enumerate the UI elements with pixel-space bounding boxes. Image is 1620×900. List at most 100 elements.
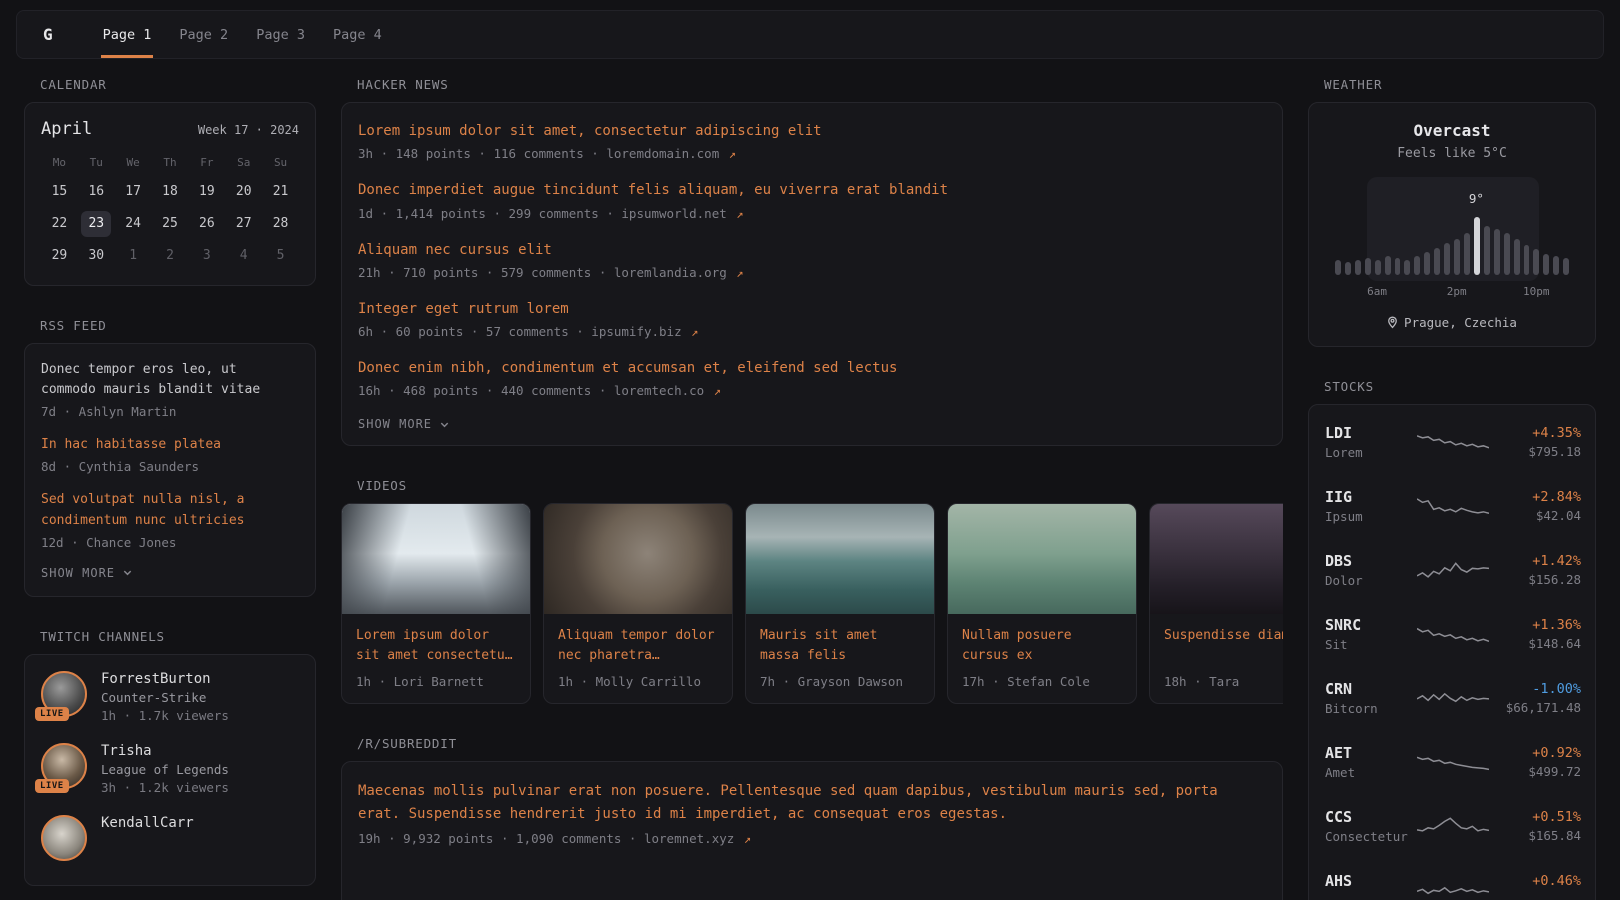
stock-symbol: LDI	[1325, 424, 1417, 442]
hn-item-title[interactable]: Donec imperdiet augue tincidunt felis al…	[358, 180, 1266, 200]
rss-widget: Donec tempor eros leo, ut commodo mauris…	[24, 343, 316, 597]
stock-price: $66,171.48	[1489, 700, 1581, 715]
hn-show-more-button[interactable]: SHOW MORE	[358, 417, 1266, 431]
calendar-day: 20	[229, 179, 259, 205]
external-link-icon[interactable]: ↗	[714, 384, 721, 398]
video-thumbnail[interactable]	[544, 504, 732, 614]
stock-name: Lorem	[1325, 445, 1417, 460]
time-label: 2pm	[1447, 285, 1467, 298]
calendar-day: 19	[192, 179, 222, 205]
hackernews-widget: Lorem ipsum dolor sit amet, consectetur …	[341, 102, 1283, 446]
weather-bar	[1494, 229, 1500, 275]
stock-row[interactable]: AET Amet +0.92% $499.72	[1325, 730, 1579, 794]
stock-values: +0.92% $499.72	[1489, 745, 1581, 779]
channel-meta: 1h · 1.7k viewers	[101, 708, 229, 723]
video-title[interactable]: Nullam posuere cursus ex	[962, 626, 1122, 666]
hn-item-title[interactable]: Integer eget rutrum lorem	[358, 299, 1266, 319]
hn-item-title[interactable]: Lorem ipsum dolor sit amet, consectetur …	[358, 121, 1266, 141]
calendar-day-selected: 23	[81, 211, 111, 237]
video-meta: 17h · Stefan Cole	[962, 674, 1122, 689]
stock-row[interactable]: AHS +0.46%	[1325, 858, 1579, 900]
channel-name[interactable]: Trisha	[101, 743, 229, 759]
video-card[interactable]: Suspendisse diam 18h · Tara	[1149, 503, 1283, 704]
rss-item-title[interactable]: Donec tempor eros leo, ut commodo mauris…	[41, 360, 299, 400]
video-title[interactable]: Suspendisse diam	[1164, 626, 1283, 666]
video-card[interactable]: Nullam posuere cursus ex 17h · Stefan Co…	[947, 503, 1137, 704]
stock-symbol: AET	[1325, 744, 1417, 762]
subreddit-section-title: /R/SUBREDDIT	[357, 736, 1283, 751]
hn-item-title[interactable]: Donec enim nibh, condimentum et accumsan…	[358, 358, 1266, 378]
tab-page-1[interactable]: Page 1	[101, 11, 154, 58]
weather-widget: Overcast Feels like 5°C 9° 6am 2pm 10pm	[1308, 102, 1596, 347]
channel-name[interactable]: KendallCarr	[101, 815, 194, 831]
calendar-grid: Mo Tu We Th Fr Sa Su 15 16 17 18 19 20 2…	[41, 153, 299, 269]
video-thumbnail[interactable]	[746, 504, 934, 614]
weather-section: WEATHER Overcast Feels like 5°C 9° 6am 2…	[1308, 77, 1596, 347]
video-thumbnail[interactable]	[948, 504, 1136, 614]
video-thumbnail[interactable]	[1150, 504, 1283, 614]
external-link-icon[interactable]: ↗	[736, 207, 743, 221]
post-title[interactable]: Maecenas mollis pulvinar erat non posuer…	[358, 780, 1266, 825]
calendar-day: 30	[81, 243, 111, 269]
weather-bar	[1444, 243, 1450, 275]
twitch-channel[interactable]: LIVE ForrestBurton Counter-Strike 1h · 1…	[41, 671, 299, 723]
stock-price	[1489, 892, 1581, 900]
stocks-section: STOCKS LDI Lorem +4.35% $795.18	[1308, 379, 1596, 900]
twitch-channel[interactable]: KendallCarr	[41, 815, 299, 861]
calendar-day: 26	[192, 211, 222, 237]
video-body: Aliquam tempor dolor nec pharetra… 1h · …	[544, 614, 732, 703]
video-title[interactable]: Mauris sit amet massa felis	[760, 626, 920, 666]
weather-bar	[1563, 258, 1569, 275]
hn-item-meta: 16h · 468 points · 440 comments · loremt…	[358, 383, 1266, 398]
video-thumbnail[interactable]	[342, 504, 530, 614]
stock-row[interactable]: IIG Ipsum +2.84% $42.04	[1325, 474, 1579, 538]
video-card[interactable]: Mauris sit amet massa felis 7h · Grayson…	[745, 503, 935, 704]
calendar-day-next-month: 5	[266, 243, 296, 269]
channel-info: ForrestBurton Counter-Strike 1h · 1.7k v…	[101, 671, 229, 723]
rss-item-meta: 12d · Chance Jones	[41, 535, 299, 550]
stock-row[interactable]: CCS Consectetur +0.51% $165.84	[1325, 794, 1579, 858]
video-card[interactable]: Aliquam tempor dolor nec pharetra… 1h · …	[543, 503, 733, 704]
calendar-dow: Sa	[237, 153, 250, 173]
video-title[interactable]: Lorem ipsum dolor sit amet consectetu…	[356, 626, 516, 666]
stock-name: Sit	[1325, 637, 1417, 652]
stock-change: +1.36%	[1489, 617, 1581, 633]
rss-show-more-button[interactable]: SHOW MORE	[41, 566, 299, 580]
video-card[interactable]: Lorem ipsum dolor sit amet consectetu… 1…	[341, 503, 531, 704]
video-row: Lorem ipsum dolor sit amet consectetu… 1…	[341, 503, 1283, 704]
rss-item-title[interactable]: Sed volutpat nulla nisl, a condimentum n…	[41, 490, 299, 530]
tab-page-4[interactable]: Page 4	[331, 11, 384, 58]
video-title[interactable]: Aliquam tempor dolor nec pharetra…	[558, 626, 718, 666]
time-label: 10pm	[1523, 285, 1550, 298]
channel-info: KendallCarr	[101, 815, 194, 861]
stock-name: Dolor	[1325, 573, 1417, 588]
stock-values: +1.36% $148.64	[1489, 617, 1581, 651]
hn-item: Aliquam nec cursus elit 21h · 710 points…	[358, 240, 1266, 280]
stock-row[interactable]: CRN Bitcorn -1.00% $66,171.48	[1325, 666, 1579, 730]
external-link-icon[interactable]: ↗	[744, 832, 751, 846]
stock-row[interactable]: DBS Dolor +1.42% $156.28	[1325, 538, 1579, 602]
stock-id: SNRC Sit	[1325, 616, 1417, 652]
stock-row[interactable]: LDI Lorem +4.35% $795.18	[1325, 410, 1579, 474]
stock-row[interactable]: SNRC Sit +1.36% $148.64	[1325, 602, 1579, 666]
tab-page-3[interactable]: Page 3	[254, 11, 307, 58]
video-meta: 7h · Grayson Dawson	[760, 674, 920, 689]
hn-meta-text: 6h · 60 points · 57 comments · ipsumify.…	[358, 324, 682, 339]
video-meta: 1h · Molly Carrillo	[558, 674, 718, 689]
external-link-icon[interactable]: ↗	[729, 147, 736, 161]
weather-section-title: WEATHER	[1324, 77, 1596, 92]
stock-sparkline	[1417, 747, 1489, 777]
external-link-icon[interactable]: ↗	[736, 266, 743, 280]
external-link-icon[interactable]: ↗	[691, 325, 698, 339]
stock-values: -1.00% $66,171.48	[1489, 681, 1581, 715]
channel-name[interactable]: ForrestBurton	[101, 671, 229, 687]
tab-page-2[interactable]: Page 2	[177, 11, 230, 58]
video-body: Mauris sit amet massa felis 7h · Grayson…	[746, 614, 934, 703]
twitch-channel[interactable]: LIVE Trisha League of Legends 3h · 1.2k …	[41, 743, 299, 795]
app-logo[interactable]: G	[43, 25, 53, 44]
weather-bar	[1365, 258, 1371, 275]
weather-bar	[1543, 254, 1549, 275]
rss-item-title[interactable]: In hac habitasse platea	[41, 435, 299, 455]
hn-item-title[interactable]: Aliquam nec cursus elit	[358, 240, 1266, 260]
rss-item: In hac habitasse platea 8d · Cynthia Sau…	[41, 435, 299, 474]
